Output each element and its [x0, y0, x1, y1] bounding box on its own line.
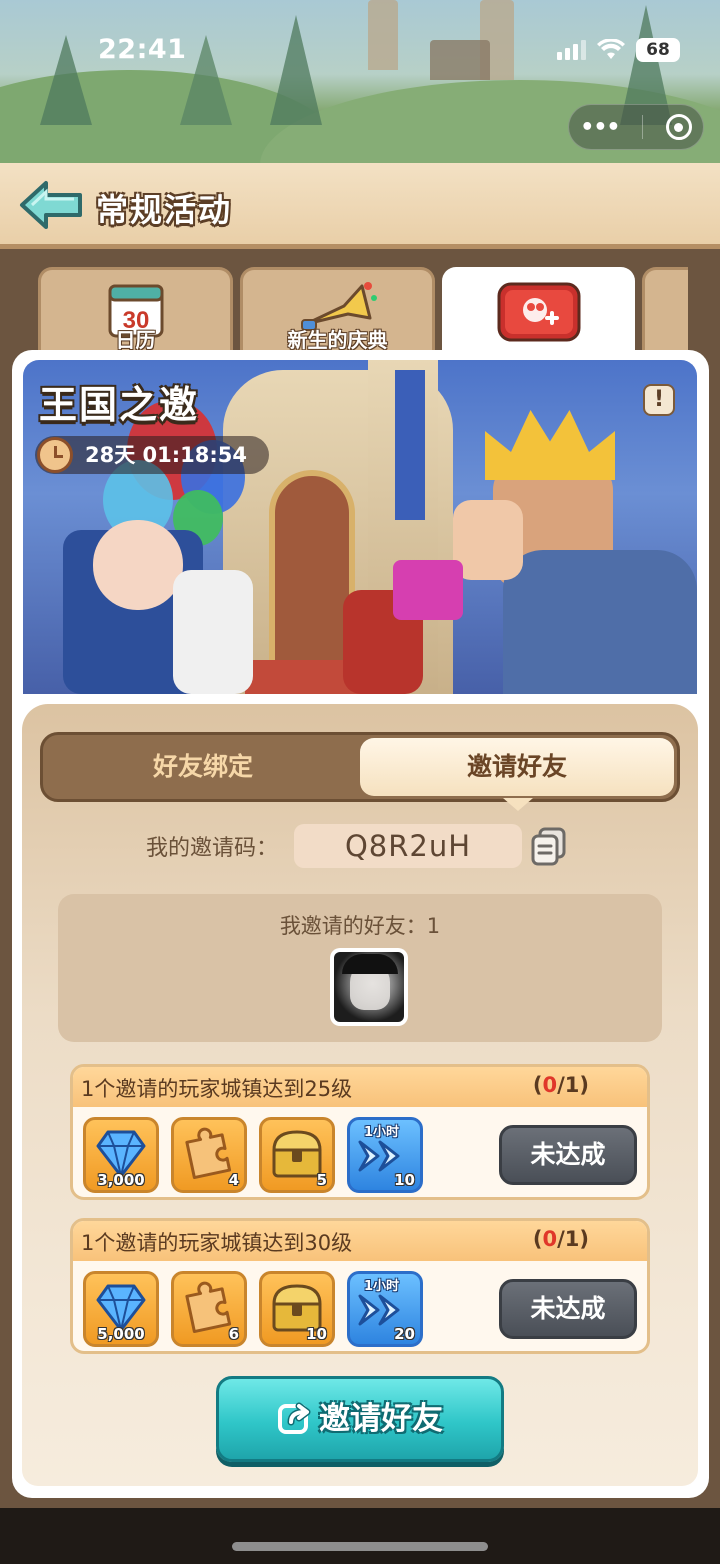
reward-tag: 1小时 — [364, 1125, 400, 1140]
clock-icon — [37, 437, 73, 473]
reward-speedup[interactable]: 1小时 10 — [347, 1117, 423, 1193]
reward-count: 3,000 — [97, 1171, 145, 1189]
cellular-signal-icon — [557, 40, 586, 60]
segment-pointer — [503, 798, 533, 811]
invite-friends-button[interactable]: 邀请好友 — [216, 1376, 504, 1462]
reward-treasure-chest[interactable]: 10 — [259, 1271, 335, 1347]
header-bar: 常规活动 — [0, 163, 720, 249]
reward-count: 20 — [394, 1325, 415, 1343]
miniprogram-capsule: ••• — [568, 104, 704, 150]
info-button[interactable]: ! — [643, 384, 675, 416]
reward-count: 4 — [228, 1171, 239, 1189]
reward-count: 5 — [316, 1171, 327, 1189]
wifi-icon — [597, 39, 625, 59]
event-timer-text: 28天 01:18:54 — [85, 443, 248, 467]
task-description: 1个邀请的玩家城镇达到30级 — [81, 1231, 353, 1255]
status-icons: 68 — [557, 38, 680, 62]
segment-control: 好友绑定 邀请好友 — [40, 732, 680, 802]
reward-diamond[interactable]: 3,000 — [83, 1117, 159, 1193]
more-icon[interactable]: ••• — [580, 115, 620, 140]
task-card-level-25: 1个邀请的玩家城镇达到25级 (0/1) 3,000 4 5 1小时 10 未达… — [70, 1064, 650, 1200]
tab-celebration-label: 新生的庆典 — [287, 328, 388, 352]
friend-avatar[interactable] — [330, 948, 408, 1026]
invited-friends-box: 我邀请的好友：1 — [58, 894, 662, 1042]
event-banner: 王国之邀 28天 01:18:54 ! — [23, 360, 697, 694]
reward-speedup[interactable]: 1小时 20 — [347, 1271, 423, 1347]
reward-puzzle[interactable]: 4 — [171, 1117, 247, 1193]
copy-icon[interactable] — [530, 827, 568, 867]
tab-bind-friend[interactable]: 好友绑定 — [43, 735, 363, 799]
task-status-button[interactable]: 未达成 — [499, 1279, 637, 1339]
reward-tag: 1小时 — [364, 1279, 400, 1294]
status-time: 22:41 — [98, 34, 187, 65]
reward-diamond[interactable]: 5,000 — [83, 1271, 159, 1347]
invite-code-label: 我的邀请码： — [146, 836, 279, 861]
home-indicator[interactable] — [232, 1542, 488, 1551]
close-miniprogram-icon[interactable] — [665, 114, 692, 140]
reward-count: 10 — [306, 1325, 327, 1343]
reward-count: 6 — [228, 1325, 239, 1343]
reward-treasure-chest[interactable]: 5 — [259, 1117, 335, 1193]
task-progress: (0/1) — [532, 1073, 589, 1097]
share-icon — [278, 1402, 311, 1434]
invite-envelope-icon — [497, 282, 580, 342]
task-progress: (0/1) — [532, 1227, 589, 1251]
back-arrow-icon[interactable] — [18, 179, 84, 231]
reward-count: 5,000 — [97, 1325, 145, 1343]
tab-invite-friend[interactable]: 邀请好友 — [360, 738, 674, 796]
reward-count: 10 — [394, 1171, 415, 1189]
event-timer: 28天 01:18:54 — [35, 436, 270, 474]
page-title: 常规活动 — [96, 191, 233, 229]
task-card-level-30: 1个邀请的玩家城镇达到30级 (0/1) 5,000 6 10 1小时 20 未… — [70, 1218, 650, 1354]
invite-friends-label: 邀请好友 — [319, 1401, 443, 1437]
tab-calendar-label: 日历 — [115, 328, 156, 352]
event-title: 王国之邀 — [39, 383, 200, 427]
invited-friends-label: 我邀请的好友：1 — [279, 914, 441, 938]
bottom-bar — [0, 1508, 720, 1564]
battery-indicator: 68 — [636, 38, 680, 62]
task-status-button[interactable]: 未达成 — [499, 1125, 637, 1185]
reward-puzzle[interactable]: 6 — [171, 1271, 247, 1347]
invite-code-value: Q8R2uH — [294, 824, 522, 868]
task-description: 1个邀请的玩家城镇达到25级 — [81, 1077, 353, 1101]
